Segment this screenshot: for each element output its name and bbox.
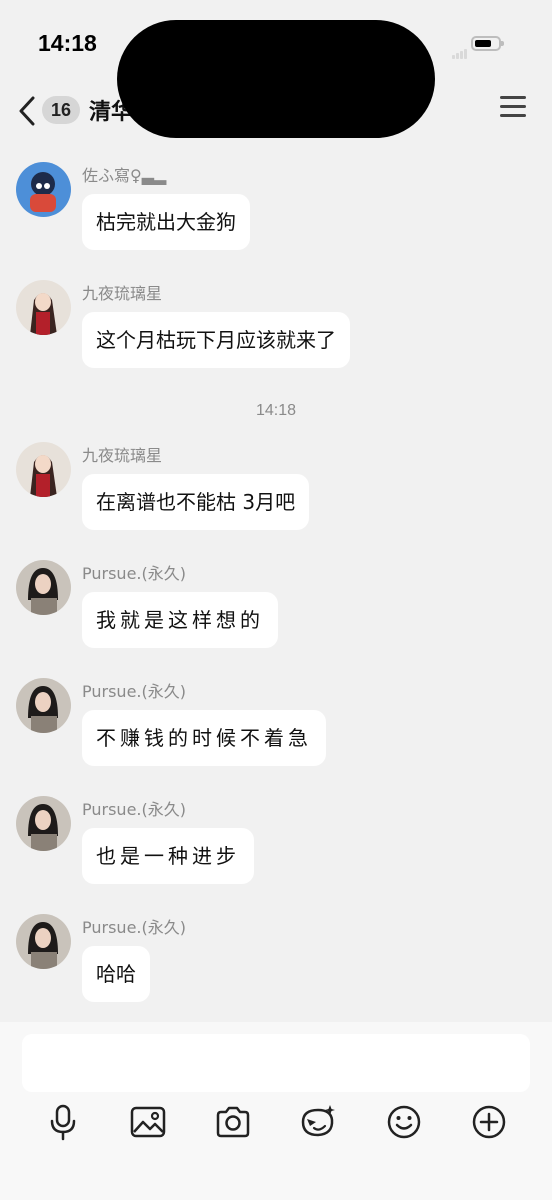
input-toolbar — [0, 1102, 552, 1146]
message-input[interactable] — [22, 1034, 530, 1092]
message-bubble[interactable]: 也是一种进步 — [82, 828, 254, 884]
sender-name: 九夜琉璃星 — [82, 284, 163, 303]
avatar[interactable] — [16, 678, 71, 733]
avatar[interactable] — [16, 796, 71, 851]
signal-icon — [452, 40, 468, 59]
plus-icon[interactable] — [469, 1102, 509, 1142]
avatar[interactable] — [16, 914, 71, 969]
avatar[interactable] — [16, 280, 71, 335]
sender-name: 佐ふ寫♀▃▂ — [82, 166, 167, 185]
menu-icon[interactable] — [500, 96, 526, 120]
sender-name: Pursue.(永久) — [82, 682, 186, 701]
unread-badge: 16 — [42, 96, 80, 124]
avatar[interactable] — [16, 162, 71, 217]
chevron-left-icon — [19, 96, 35, 126]
sender-name: Pursue.(永久) — [82, 564, 186, 583]
sticker-icon[interactable] — [298, 1102, 338, 1142]
back-button[interactable]: 16 — [18, 92, 84, 128]
camera-icon[interactable] — [213, 1102, 253, 1142]
sender-name: Pursue.(永久) — [82, 800, 186, 819]
input-panel — [0, 1022, 552, 1200]
avatar[interactable] — [16, 442, 71, 497]
message-bubble[interactable]: 在离谱也不能枯 3月吧 — [82, 474, 310, 530]
dynamic-island — [117, 20, 435, 138]
message-bubble[interactable]: 这个月枯玩下月应该就来了 — [82, 312, 350, 368]
message-bubble[interactable]: 不赚钱的时候不着急 — [82, 710, 326, 766]
message-bubble[interactable]: 枯完就出大金狗 — [82, 194, 250, 250]
timestamp: 14:18 — [255, 402, 297, 419]
sender-name: 九夜琉璃星 — [82, 446, 163, 465]
status-time: 14:18 — [38, 30, 97, 56]
emoji-icon[interactable] — [384, 1102, 424, 1142]
microphone-icon[interactable] — [43, 1102, 83, 1142]
battery-icon — [471, 36, 504, 51]
message-list[interactable]: 佐ふ寫♀▃▂ 枯完就出大金狗 九夜琉璃星 这个月枯玩下月应该就来了 14:18 … — [0, 140, 552, 1020]
message-bubble[interactable]: 哈哈 — [82, 946, 150, 1002]
message-bubble[interactable]: 我就是这样想的 — [82, 592, 278, 648]
image-icon[interactable] — [128, 1102, 168, 1142]
avatar[interactable] — [16, 560, 71, 615]
sender-name: Pursue.(永久) — [82, 918, 186, 937]
